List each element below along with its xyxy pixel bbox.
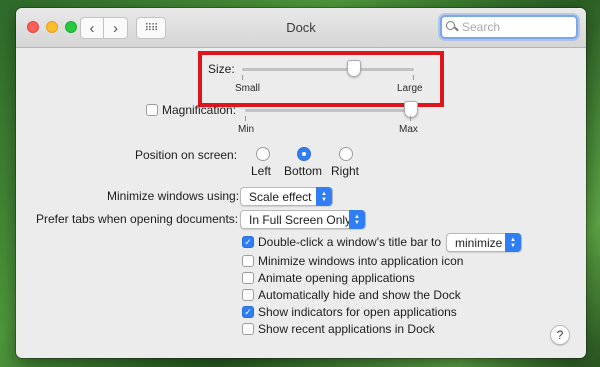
help-icon: ? (556, 328, 564, 342)
double-click-action-popup[interactable]: minimize ▲ ▼ (446, 233, 522, 252)
magnification-slider-thumb[interactable] (404, 101, 418, 118)
minimize-effect-popup[interactable]: Scale effect ▲ ▼ (240, 187, 333, 206)
search-icon (446, 21, 458, 33)
magnification-slider-track[interactable] (245, 109, 411, 112)
show-recent-apps-label: Show recent applications in Dock (258, 322, 435, 336)
prefer-tabs-value: In Full Screen Only (249, 212, 352, 227)
position-right-radio[interactable] (339, 147, 353, 161)
magnification-max-label: Max (399, 124, 418, 135)
magnification-label: Magnification: (162, 103, 237, 117)
position-label: Position on screen: (135, 148, 238, 162)
magnification-checkbox[interactable] (146, 104, 158, 116)
minimize-label: Minimize windows using: (107, 189, 240, 203)
prefer-tabs-label: Prefer tabs when opening documents: (36, 212, 239, 226)
show-recent-apps-checkbox[interactable] (242, 323, 254, 335)
magnification-tick-max (410, 116, 411, 121)
show-indicators-checkbox[interactable]: ✓ (242, 306, 254, 318)
minimize-effect-value: Scale effect (249, 189, 312, 204)
double-click-action-value: minimize (455, 235, 503, 250)
search-input[interactable] (462, 20, 572, 34)
magnification-tick-min (245, 116, 246, 121)
search-field[interactable] (440, 15, 578, 39)
minimize-into-icon-checkbox[interactable] (242, 255, 254, 267)
position-right-label: Right (331, 164, 360, 178)
animate-opening-label: Animate opening applications (258, 271, 415, 285)
chevron-updown-icon: ▲ ▼ (505, 233, 521, 252)
size-highlight-box (198, 51, 444, 107)
minimize-into-icon-label: Minimize windows into application icon (258, 254, 464, 268)
position-left-label: Left (251, 164, 272, 178)
position-left-radio[interactable] (256, 147, 270, 161)
title-bar: ‹ › ⠿⠿ Dock (16, 8, 586, 48)
autohide-dock-checkbox[interactable] (242, 289, 254, 301)
dock-preferences-window: ‹ › ⠿⠿ Dock Size: Small Large Magnificat… (16, 8, 586, 358)
double-click-label: Double-click a window's title bar to (258, 235, 442, 249)
autohide-dock-label: Automatically hide and show the Dock (258, 288, 461, 302)
position-bottom-radio[interactable] (297, 147, 311, 161)
help-button[interactable]: ? (550, 325, 570, 345)
position-bottom-label: Bottom (284, 164, 323, 178)
magnification-min-label: Min (238, 124, 255, 135)
chevron-updown-icon: ▲ ▼ (349, 210, 365, 229)
chevron-updown-icon: ▲ ▼ (316, 187, 332, 206)
show-indicators-label: Show indicators for open applications (258, 305, 457, 319)
double-click-checkbox[interactable]: ✓ (242, 236, 254, 248)
prefer-tabs-popup[interactable]: In Full Screen Only ▲ ▼ (240, 210, 366, 229)
animate-opening-checkbox[interactable] (242, 272, 254, 284)
